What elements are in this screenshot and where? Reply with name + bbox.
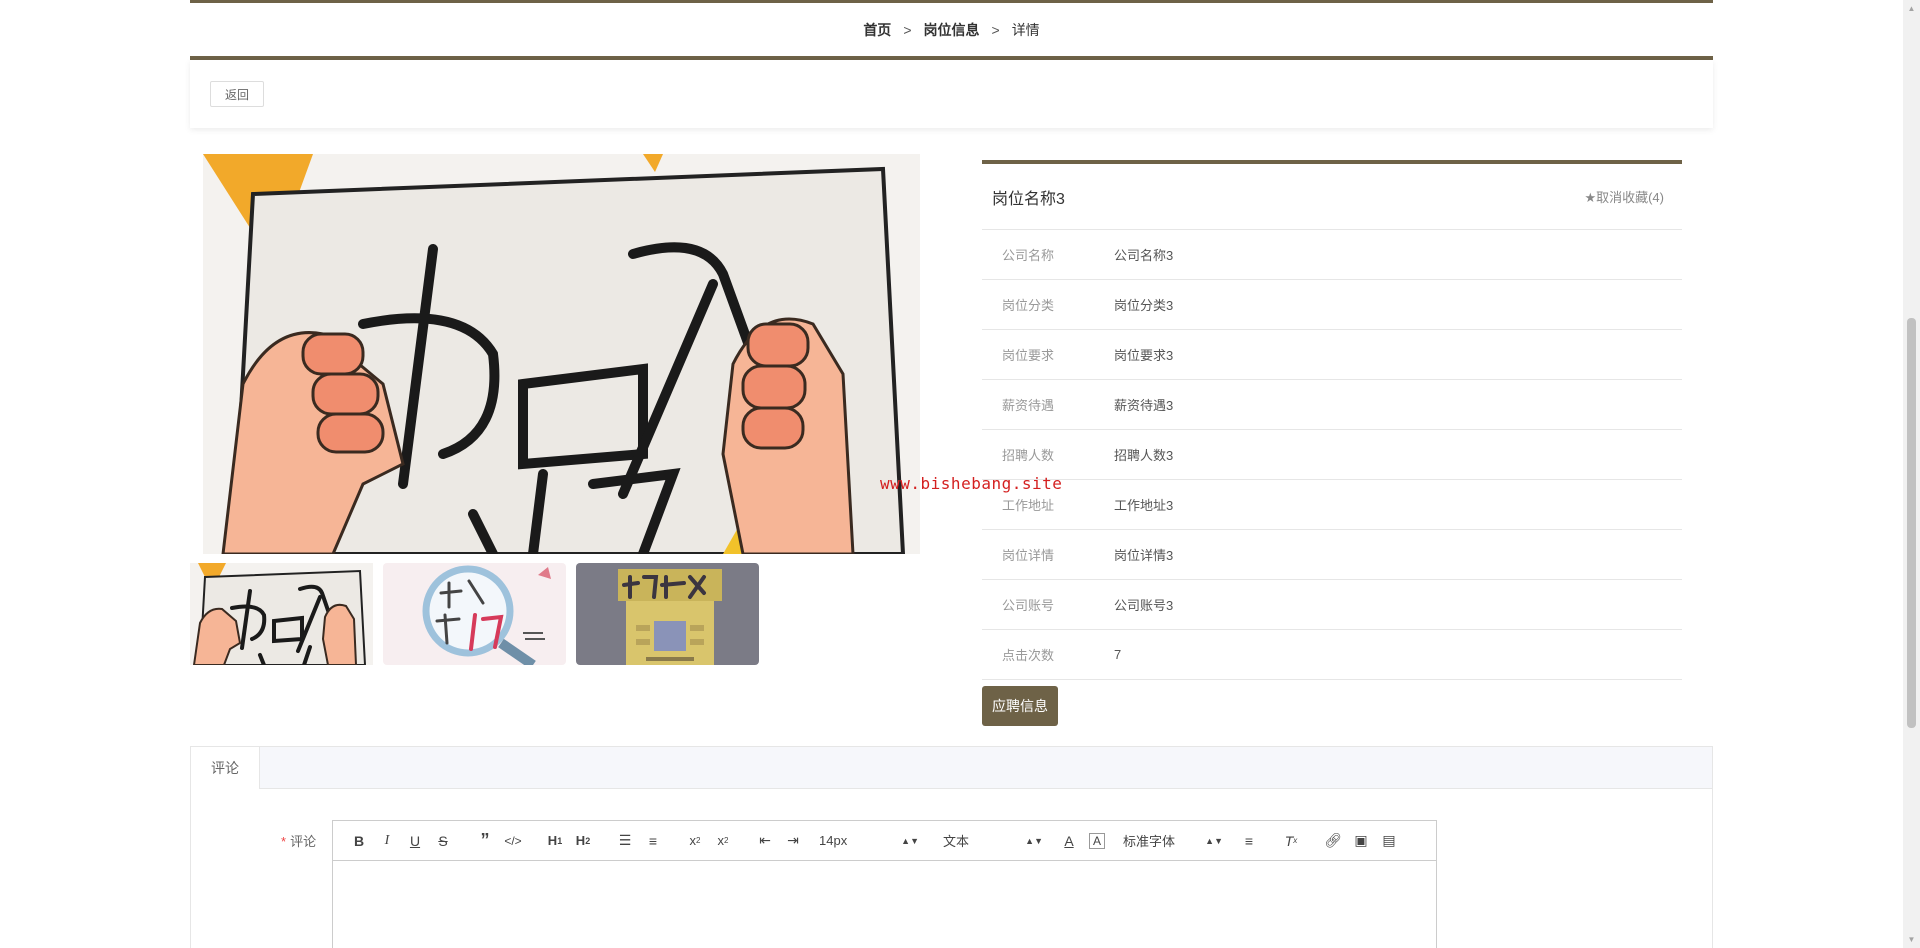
detail-label: 招聘人数	[1002, 448, 1055, 463]
link-icon[interactable]: 🔗︎	[1319, 829, 1347, 853]
breadcrumb: 首页 > 岗位信息 > 详情	[190, 0, 1713, 60]
thumbnail-strip	[190, 563, 759, 665]
detail-label: 工作地址	[1002, 498, 1055, 513]
detail-value: 薪资待遇3	[1114, 398, 1174, 413]
select-arrows-icon: ▲▼	[1205, 835, 1223, 846]
detail-value: 公司账号3	[1114, 598, 1174, 613]
detail-row: 岗位分类 岗位分类3	[982, 280, 1682, 330]
outdent-icon[interactable]: ⇤	[751, 829, 779, 853]
job-detail-list: 公司名称 公司名称3 岗位分类 岗位分类3 岗位要求 岗位要求3 薪资待遇 薪资待遇3 …	[982, 230, 1682, 680]
thumbnail-looking-for-you[interactable]	[383, 563, 566, 665]
recruitment-order-thumb	[576, 563, 759, 665]
unfavorite-button[interactable]: ★取消收藏(4)	[1584, 187, 1664, 206]
required-mark: *	[281, 834, 287, 849]
scroll-down-arrow-icon[interactable]: ▼	[1903, 931, 1920, 948]
indent-icon[interactable]: ⇥	[779, 829, 807, 853]
watermark: www.bishebang.site	[880, 474, 1063, 493]
thumbnail-join-us[interactable]	[190, 563, 373, 665]
back-button[interactable]: 返回	[210, 81, 265, 107]
breadcrumb-home[interactable]: 首页	[863, 20, 891, 40]
join-us-thumb	[190, 563, 373, 665]
font-size-value: 14px	[819, 833, 848, 848]
comment-label: * 评论	[281, 831, 316, 850]
save-icon[interactable]: ▤	[1375, 829, 1403, 853]
code-block-icon[interactable]: </>	[499, 829, 527, 853]
breadcrumb-separator: >	[903, 21, 912, 38]
detail-value: 岗位详情3	[1114, 548, 1174, 563]
detail-value: 岗位要求3	[1114, 348, 1174, 363]
strikethrough-icon[interactable]: S	[429, 829, 457, 853]
detail-label: 点击次数	[1002, 648, 1055, 663]
main-image	[203, 154, 920, 554]
select-arrows-icon: ▲▼	[1025, 835, 1043, 846]
detail-label: 岗位要求	[1002, 348, 1055, 363]
detail-label: 公司账号	[1002, 598, 1055, 613]
detail-value: 7	[1114, 647, 1122, 662]
breadcrumb-separator: >	[991, 21, 1000, 38]
detail-label: 公司名称	[1002, 248, 1055, 263]
looking-for-you-thumb	[383, 563, 566, 665]
bullet-list-icon[interactable]: ≡	[639, 829, 667, 853]
back-bar: 返回	[190, 60, 1713, 128]
subscript-icon[interactable]: x2	[681, 829, 709, 853]
block-type-select[interactable]: 文本 ▲▼	[943, 829, 1043, 853]
breadcrumb-parent[interactable]: 岗位信息	[924, 20, 980, 40]
job-info-panel: 岗位名称3 ★取消收藏(4) 公司名称 公司名称3 岗位分类 岗位分类3 岗位要求岗…	[982, 160, 1682, 680]
tab-comment[interactable]: 评论	[191, 747, 260, 789]
detail-label: 薪资待遇	[1002, 398, 1055, 413]
font-family-value: 标准字体	[1123, 834, 1176, 849]
select-arrows-icon: ▲▼	[901, 835, 919, 846]
detail-row: 岗位详情 岗位详情3	[982, 530, 1682, 580]
detail-label: 岗位分类	[1002, 298, 1055, 313]
detail-row: 点击次数 7	[982, 630, 1682, 680]
detail-label: 岗位详情	[1002, 548, 1055, 563]
breadcrumb-current: 详情	[1011, 21, 1040, 38]
bold-icon[interactable]: B	[345, 829, 373, 853]
italic-icon[interactable]: I	[373, 829, 401, 853]
scrollbar-thumb[interactable]	[1907, 318, 1916, 728]
underline-icon[interactable]: U	[401, 829, 429, 853]
heading-2-icon[interactable]: H2	[569, 829, 597, 853]
font-family-select[interactable]: 标准字体 ▲▼	[1123, 829, 1223, 853]
rich-text-editor: B I U S ” </> H1 H2 ☰ ≡ x2 x2 ⇤ ⇥ 14px ▲▼	[332, 820, 1437, 948]
join-us-poster	[203, 154, 920, 554]
editor-toolbar: B I U S ” </> H1 H2 ☰ ≡ x2 x2 ⇤ ⇥ 14px ▲▼	[333, 821, 1436, 861]
page-scrollbar[interactable]: ▲ ▼	[1903, 0, 1920, 948]
detail-value: 招聘人数3	[1114, 448, 1174, 463]
background-color-icon[interactable]: A	[1089, 832, 1105, 849]
font-color-icon[interactable]: A	[1055, 829, 1083, 853]
heading-1-icon[interactable]: H1	[541, 829, 569, 853]
block-type-value: 文本	[943, 834, 970, 849]
detail-row: 岗位要求 岗位要求3	[982, 330, 1682, 380]
superscript-icon[interactable]: x2	[709, 829, 737, 853]
ordered-list-icon[interactable]: ☰	[611, 829, 639, 853]
apply-button[interactable]: 应聘信息	[982, 686, 1058, 726]
thumbnail-recruitment-order[interactable]	[576, 563, 759, 665]
job-header: 岗位名称3 ★取消收藏(4)	[982, 164, 1682, 230]
detail-row: 工作地址 工作地址3	[982, 480, 1682, 530]
comment-tabs: 评论	[191, 747, 1712, 789]
blockquote-icon[interactable]: ”	[471, 829, 499, 853]
detail-row: 薪资待遇 薪资待遇3	[982, 380, 1682, 430]
detail-row: 公司名称 公司名称3	[982, 230, 1682, 280]
comment-label-text: 评论	[290, 834, 317, 849]
page: 首页 > 岗位信息 > 详情 返回 岗位名称3 ★取消收藏(4) 公司名称 公司…	[0, 0, 1920, 948]
job-title: 岗位名称3	[992, 190, 1065, 208]
detail-value: 岗位分类3	[1114, 298, 1174, 313]
detail-value: 公司名称3	[1114, 248, 1174, 263]
scroll-up-arrow-icon[interactable]: ▲	[1903, 0, 1920, 17]
detail-row: 公司账号 公司账号3	[982, 580, 1682, 630]
detail-value: 工作地址3	[1114, 498, 1174, 513]
image-icon[interactable]: ▣	[1347, 829, 1375, 853]
clear-format-icon[interactable]: Tx	[1277, 829, 1305, 853]
detail-row: 招聘人数 招聘人数3	[982, 430, 1682, 480]
comment-section: 评论 * 评论 B I U S ” </> H1 H2 ☰ ≡ x2 x2 ⇤ …	[190, 746, 1713, 948]
align-icon[interactable]: ≡	[1235, 829, 1263, 853]
font-size-select[interactable]: 14px ▲▼	[819, 829, 919, 853]
